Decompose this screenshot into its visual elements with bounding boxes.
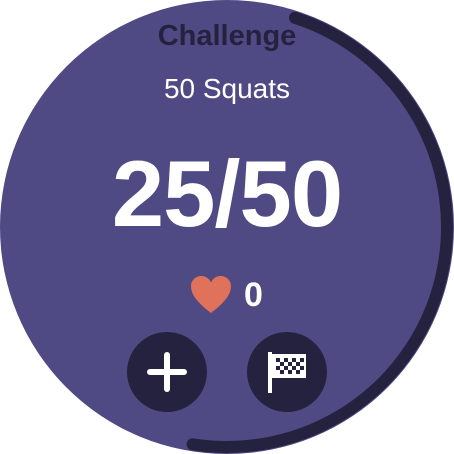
plus-icon: [147, 352, 187, 392]
finish-challenge-button[interactable]: [247, 332, 327, 412]
heart-rate-row: 0: [190, 272, 263, 318]
challenge-name: 50 Squats: [163, 73, 291, 104]
heart-icon: [191, 276, 231, 313]
checkered-flag-icon: [268, 352, 306, 393]
heart-rate-value: 0: [244, 276, 263, 314]
screen-title: Challenge: [157, 20, 297, 52]
watch-face: Challenge 50 Squats 25/50 0: [0, 0, 454, 454]
add-rep-button[interactable]: [127, 332, 207, 412]
rep-counter: 25/50: [111, 141, 343, 246]
